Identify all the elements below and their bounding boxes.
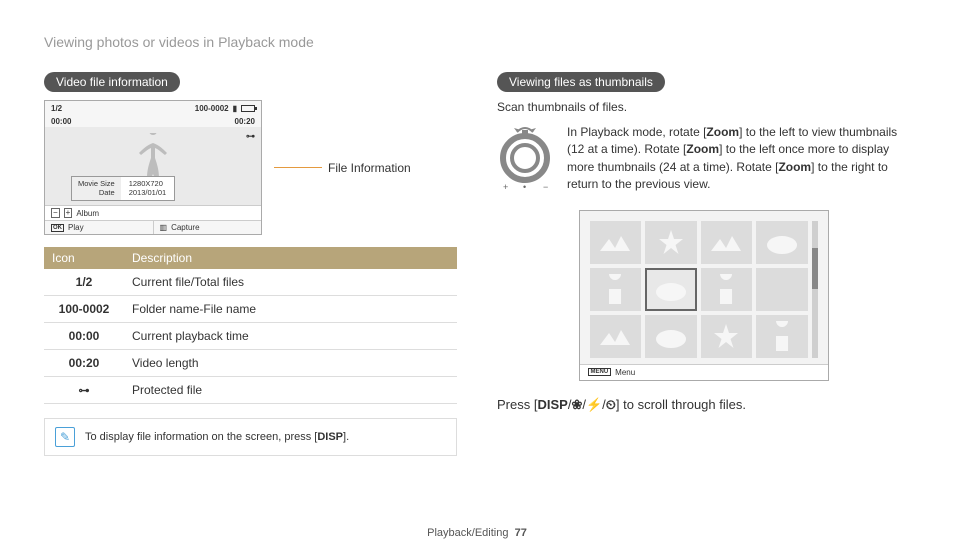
manual-page: Viewing photos or videos in Playback mod… — [0, 0, 954, 557]
table-row: 100-0002Folder name-File name — [44, 296, 457, 323]
screen-body: ⊶ Movie Size Date — [45, 127, 261, 205]
timer-icon: ⏲ — [606, 397, 616, 412]
screen-top-bar: 1/2 100-0002 ▮ — [45, 101, 261, 116]
zoom-label: Zoom — [706, 125, 739, 139]
thumbnail-grid — [590, 221, 808, 358]
thumbnail-cell — [701, 315, 753, 358]
info-label-date: Date — [78, 188, 115, 198]
capture-label: Capture — [171, 223, 199, 232]
thumbnail-cell — [756, 315, 808, 358]
zoom-out-icon: − — [51, 208, 60, 218]
two-column-layout: Video file information 1/2 100-0002 ▮ 00… — [44, 72, 910, 456]
left-column: Video file information 1/2 100-0002 ▮ 00… — [44, 72, 457, 456]
note-text: To display file information on the scree… — [85, 431, 349, 443]
zoom-instruction-block: + • − In Playback mode, rotate [Zoom] to… — [497, 124, 910, 194]
svg-text:+: + — [503, 182, 508, 192]
icon-description-table: Icon Description 1/2Current file/Total f… — [44, 247, 457, 404]
protected-file-icon: ⊶ — [246, 131, 255, 142]
disp-label: DISP — [537, 397, 567, 412]
section-pill-thumbnails: Viewing files as thumbnails — [497, 72, 665, 92]
thumbnail-cell — [590, 221, 642, 264]
zoom-instruction-text: In Playback mode, rotate [Zoom] to the l… — [567, 124, 910, 194]
footer-page-number: 77 — [515, 527, 527, 539]
page-footer: Playback/Editing 77 — [0, 527, 954, 539]
table-row: 1/2Current file/Total files — [44, 269, 457, 296]
table-head-desc: Description — [124, 247, 457, 269]
thumbnails-subtext: Scan thumbnails of files. — [497, 100, 910, 114]
ok-icon: OK — [51, 224, 64, 232]
current-playback-time: 00:00 — [51, 117, 71, 126]
thumbnail-cell — [756, 221, 808, 264]
video-length: 00:20 — [235, 117, 255, 126]
macro-icon: ❀ — [571, 397, 582, 412]
folder-file-name: 100-0002 — [195, 104, 229, 113]
table-row: ⊶Protected file — [44, 377, 457, 404]
info-label-movie-size: Movie Size — [78, 179, 115, 189]
flash-icon: ⚡ — [586, 397, 602, 412]
svg-text:−: − — [543, 182, 548, 192]
info-value-movie-size: 1280X720 — [129, 179, 167, 189]
callout-text: File Information — [328, 161, 411, 175]
zoom-in-icon: + — [64, 208, 73, 218]
footer-section: Playback/Editing — [427, 527, 508, 539]
note-box: ✎ To display file information on the scr… — [44, 418, 457, 456]
table-row: 00:00Current playback time — [44, 323, 457, 350]
disp-button-label: DISP — [317, 431, 343, 443]
thumbnail-cell-selected — [645, 268, 697, 311]
right-column: Viewing files as thumbnails Scan thumbna… — [497, 72, 910, 456]
camera-screen-mock: 1/2 100-0002 ▮ 00:00 00:20 ⊶ — [44, 100, 262, 235]
thumbnail-screen-mock: MENU Menu — [579, 210, 829, 381]
zoom-dial-icon: + • − — [497, 124, 553, 194]
callout-leader-line — [274, 167, 322, 168]
section-pill-video-info: Video file information — [44, 72, 180, 92]
thumbnail-cell — [756, 268, 808, 311]
battery-icon — [241, 105, 255, 112]
thumbnail-cell — [701, 221, 753, 264]
screen-time-row: 00:00 00:20 — [45, 116, 261, 127]
press-instruction: Press [DISP/❀/⚡/⏲] to scroll through fil… — [497, 397, 910, 413]
table-row: 00:20Video length — [44, 350, 457, 377]
thumbnail-scrollbar[interactable] — [812, 221, 818, 358]
menu-label: Menu — [615, 368, 635, 377]
info-value-date: 2013/01/01 — [129, 188, 167, 198]
menu-button-icon: MENU — [588, 368, 612, 376]
file-counter: 1/2 — [51, 104, 62, 113]
thumbnail-cell — [645, 315, 697, 358]
thumbnail-cell — [590, 315, 642, 358]
album-row: −+ Album — [45, 205, 261, 220]
svg-text:•: • — [523, 182, 526, 192]
table-head-icon: Icon — [44, 247, 124, 269]
thumbnail-cell — [590, 268, 642, 311]
play-label: Play — [68, 223, 84, 232]
page-header: Viewing photos or videos in Playback mod… — [44, 34, 910, 50]
sd-card-icon: ▮ — [233, 104, 237, 113]
screen-bottom-bar: OK Play ▥Capture — [45, 220, 261, 234]
note-icon: ✎ — [55, 427, 75, 447]
thumbnail-cell — [645, 221, 697, 264]
capture-icon: ▥ — [160, 223, 168, 232]
video-info-figure-row: 1/2 100-0002 ▮ 00:00 00:20 ⊶ — [44, 100, 457, 235]
callout: File Information — [274, 161, 411, 175]
album-label: Album — [76, 209, 99, 218]
thumbnail-cell — [701, 268, 753, 311]
scrollbar-thumb[interactable] — [812, 248, 818, 289]
thumbnail-menu-bar: MENU Menu — [580, 364, 828, 380]
file-info-overlay: Movie Size Date 1280X720 2013/01/01 — [71, 176, 175, 202]
